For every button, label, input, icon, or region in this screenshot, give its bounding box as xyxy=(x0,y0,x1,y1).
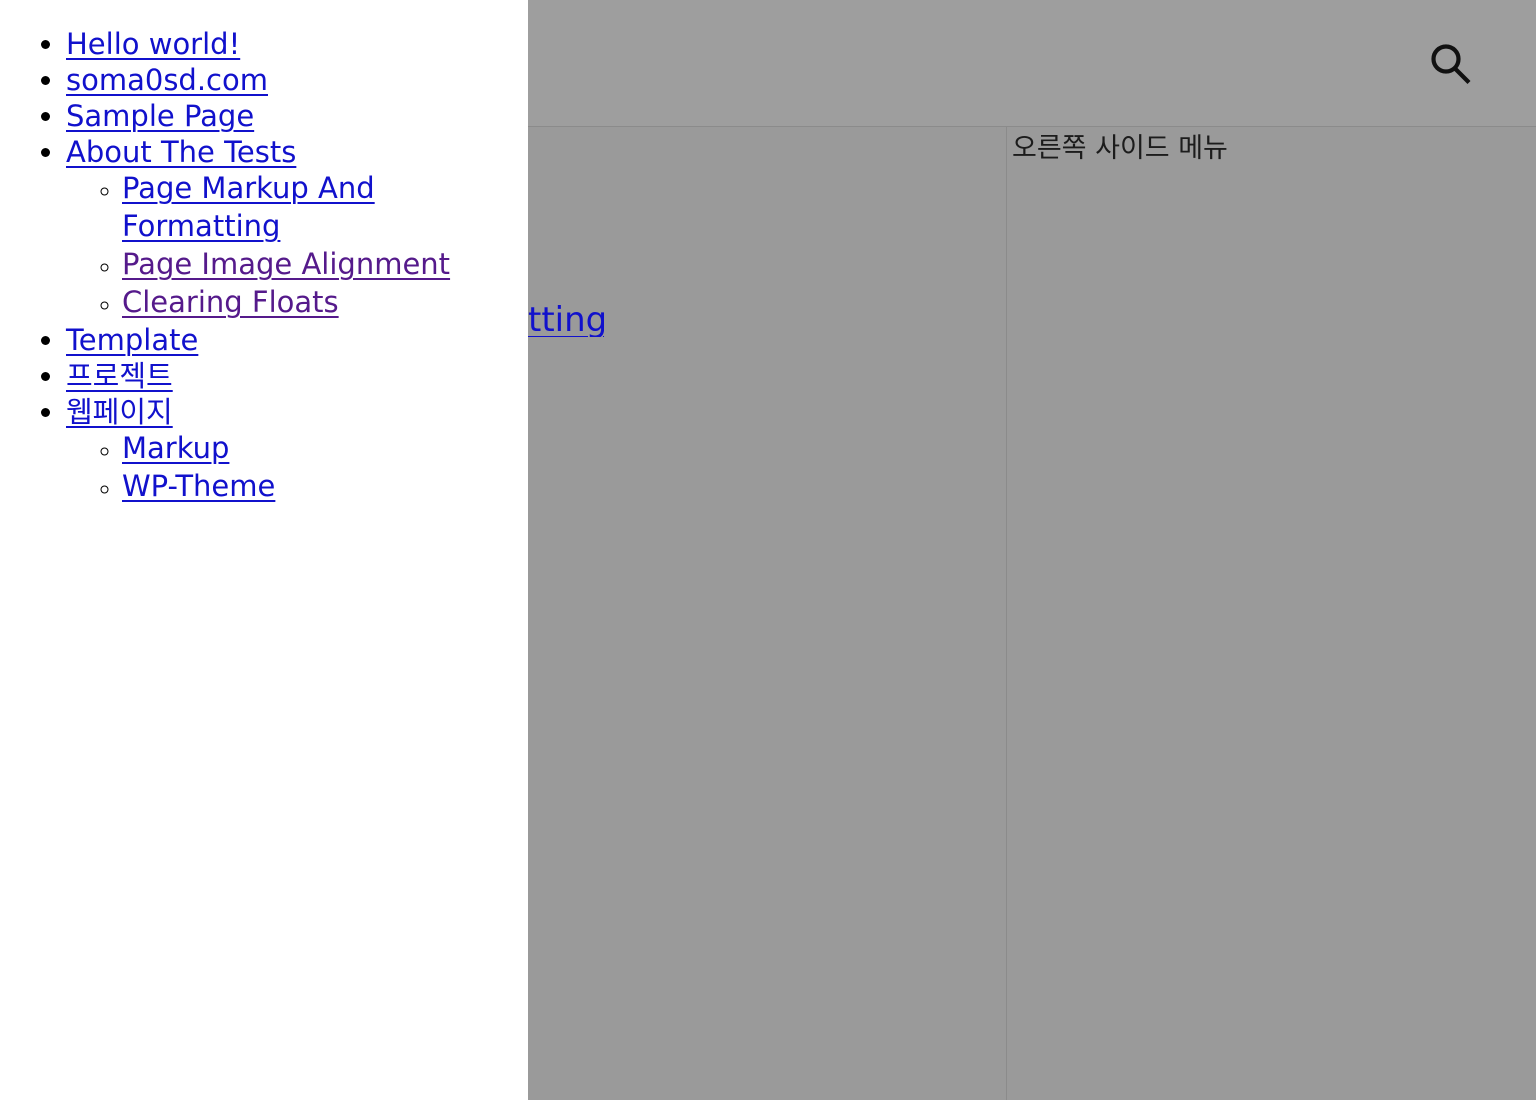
submenu-link-markup[interactable]: Markup xyxy=(122,431,229,465)
submenu-link-clearing-floats[interactable]: Clearing Floats xyxy=(122,285,339,319)
menu-item: Sample Page xyxy=(66,98,528,134)
submenu-list-웹페이지: Markup WP-Theme xyxy=(66,430,528,506)
menu-link-프로젝트[interactable]: 프로젝트 xyxy=(66,359,173,393)
dimmed-page-overlay[interactable]: 오른쪽 사이드 메뉴 xyxy=(528,0,1536,1100)
search-icon xyxy=(1425,40,1479,92)
menu-item: Template xyxy=(66,322,528,358)
menu-item: About The TestsPage Markup And Formattin… xyxy=(66,134,528,322)
right-sidebar-widget-area: 오른쪽 사이드 메뉴 xyxy=(1006,127,1536,1100)
menu-item: Hello world! xyxy=(66,26,528,62)
menu-link-template[interactable]: Template xyxy=(66,323,198,357)
site-header-bar xyxy=(528,0,1536,127)
menu-link-about-the-tests[interactable]: About The Tests xyxy=(66,135,296,169)
menu-link-hello-world[interactable]: Hello world! xyxy=(66,27,240,61)
submenu-list-about-the-tests: Page Markup And Formatting Page Image Ali… xyxy=(66,170,528,322)
menu-item: 프로젝트 xyxy=(66,358,528,394)
menu-item: soma0sd.com xyxy=(66,62,528,98)
submenu-item: Markup xyxy=(122,430,528,468)
submenu-item: Page Markup And Formatting xyxy=(122,170,422,246)
menu-link-soma0sd-com[interactable]: soma0sd.com xyxy=(66,63,268,97)
submenu-link-page-markup-and-formatting[interactable]: Page Markup And Formatting xyxy=(122,171,375,243)
menu-item: 웹페이지Markup WP-Theme xyxy=(66,394,528,506)
right-sidebar-title: 오른쪽 사이드 메뉴 xyxy=(1012,133,1228,164)
submenu-item: Page Image Alignment xyxy=(122,246,528,284)
primary-menu-list: Hello world!soma0sd.comSample PageAbout … xyxy=(0,0,528,506)
submenu-link-wp-theme[interactable]: WP-Theme xyxy=(122,469,275,503)
content-link-fragment[interactable]: tting xyxy=(528,303,604,337)
menu-link-웹페이지[interactable]: 웹페이지 xyxy=(66,395,173,429)
primary-menu-panel: Hello world!soma0sd.comSample PageAbout … xyxy=(0,0,528,1100)
submenu-item: WP-Theme xyxy=(122,468,528,506)
submenu-link-page-image-alignment[interactable]: Page Image Alignment xyxy=(122,247,450,281)
search-toggle-button[interactable] xyxy=(1425,40,1479,92)
menu-link-sample-page[interactable]: Sample Page xyxy=(66,99,254,133)
submenu-item: Clearing Floats xyxy=(122,284,528,322)
